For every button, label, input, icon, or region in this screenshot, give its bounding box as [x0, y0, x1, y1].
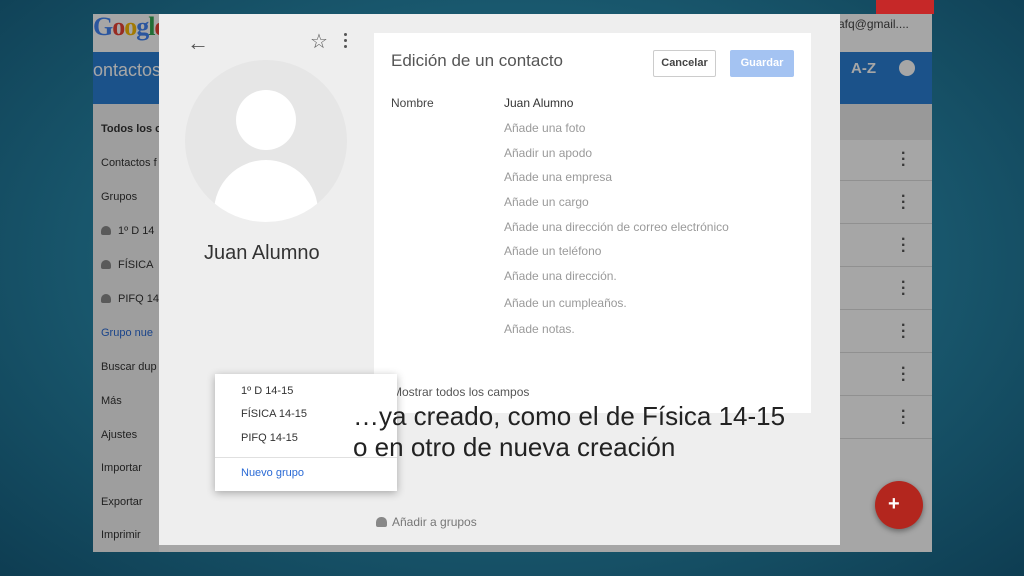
group-option-pifq[interactable]: PIFQ 14-15	[241, 432, 298, 444]
back-arrow-icon[interactable]: ←	[187, 30, 209, 56]
caption-line-1: …ya creado, como el de Física 14-15	[353, 401, 786, 431]
caption-line-2: o en otro de nueva creación	[353, 432, 676, 462]
edit-panel: Edición de un contacto Cancelar Guardar …	[374, 33, 811, 413]
add-nickname-field[interactable]: Añadir un apodo	[504, 146, 592, 160]
corner-tab	[876, 0, 934, 14]
avatar[interactable]	[185, 60, 347, 222]
group-option-fisica[interactable]: FÍSICA 14-15	[241, 408, 307, 420]
add-person-icon: +	[888, 493, 900, 515]
new-group-option[interactable]: Nuevo grupo	[241, 467, 304, 479]
add-photo-field[interactable]: Añade una foto	[504, 121, 585, 135]
star-icon[interactable]: ☆	[310, 29, 328, 54]
save-button[interactable]: Guardar	[730, 50, 794, 77]
group-option-1d[interactable]: 1º D 14-15	[241, 385, 293, 397]
add-birthday-field[interactable]: Añade un cumpleaños.	[504, 296, 627, 310]
add-contact-button[interactable]: +	[875, 481, 923, 529]
add-address-field[interactable]: Añade una dirección.	[504, 269, 617, 283]
group-icon	[376, 517, 387, 527]
name-label: Nombre	[391, 96, 434, 110]
show-all-fields-link[interactable]: Mostrar todos los campos	[392, 385, 529, 399]
add-notes-field[interactable]: Añade notas.	[504, 322, 575, 336]
add-email-field[interactable]: Añade una dirección de correo electrónic…	[504, 220, 729, 234]
add-to-groups-button[interactable]: Añadir a grupos	[376, 515, 477, 529]
avatar-body	[214, 160, 318, 222]
add-phone-field[interactable]: Añade un teléfono	[504, 244, 601, 258]
contact-name: Juan Alumno	[204, 242, 320, 264]
add-company-field[interactable]: Añade una empresa	[504, 170, 612, 184]
avatar-head	[236, 90, 296, 150]
cancel-button[interactable]: Cancelar	[653, 50, 716, 77]
name-field[interactable]: Juan Alumno	[504, 96, 573, 110]
dialog-title: Edición de un contacto	[391, 51, 564, 70]
more-options-icon[interactable]	[344, 33, 348, 51]
slide-caption: …ya creado, como el de Física 14-15 o en…	[353, 401, 785, 463]
add-job-title-field[interactable]: Añade un cargo	[504, 195, 589, 209]
